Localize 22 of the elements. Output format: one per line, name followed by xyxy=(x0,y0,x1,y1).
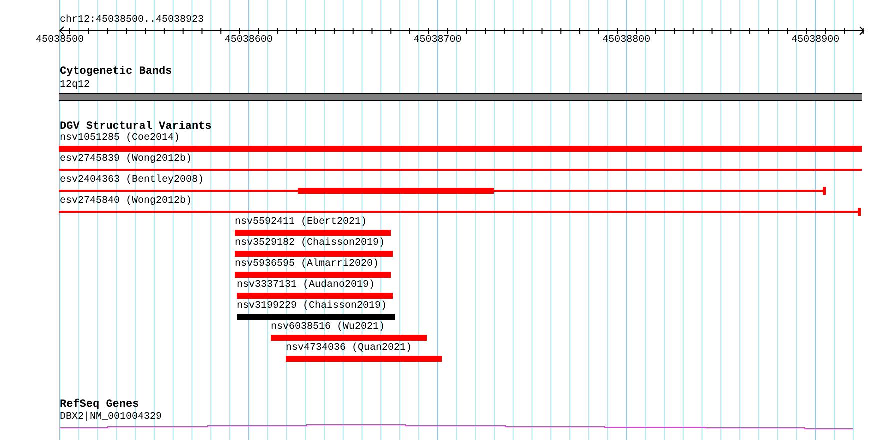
ruler-tick-label: 45038900 xyxy=(792,36,840,46)
variant-label: esv2745839 (Wong2012b) xyxy=(60,155,192,165)
variant-label: nsv6038516 (Wu2021) xyxy=(271,323,386,333)
variant-label: esv2404363 (Bentley2008) xyxy=(60,176,204,186)
variant-label: nsv4734036 (Quan2021) xyxy=(286,344,412,354)
ruler-tick-label: 45038600 xyxy=(224,36,273,46)
variant-label: nsv3529182 (Chaisson2019) xyxy=(235,239,386,249)
variant-label: nsv5592411 (Ebert2021) xyxy=(235,218,368,228)
variant-label: nsv3337131 (Audano2019) xyxy=(237,281,376,291)
ruler-label: chr12:45038500..45038923 xyxy=(60,16,204,26)
ruler-tick-label: 45038800 xyxy=(602,36,651,46)
variant-label: nsv1051285 (Coe2014) xyxy=(60,134,180,144)
ruler-tick-label: 45038500 xyxy=(36,36,84,46)
track-title: Cytogenetic Bands xyxy=(60,67,172,78)
track-title: RefSeq Genes xyxy=(60,400,140,411)
variant-label: nsv5936595 (Almarri2020) xyxy=(235,260,380,270)
band-label: 12q12 xyxy=(60,81,90,91)
gene-label: DBX2|NM_001004329 xyxy=(60,413,162,423)
track-title: DGV Structural Variants xyxy=(60,122,212,133)
ruler-tick-label: 45038700 xyxy=(414,36,462,46)
variant-label: esv2745840 (Wong2012b) xyxy=(60,197,192,207)
variant-label: nsv3199229 (Chaisson2019) xyxy=(237,302,388,312)
